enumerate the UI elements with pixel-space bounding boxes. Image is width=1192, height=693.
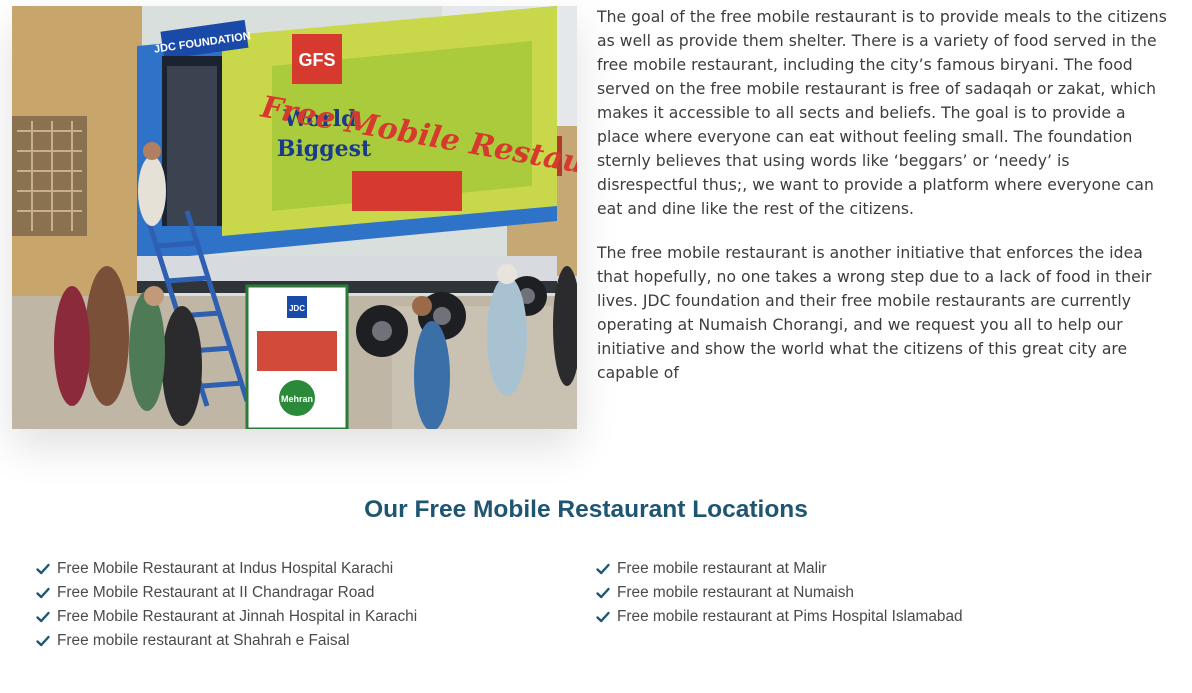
locations-heading: Our Free Mobile Restaurant Locations bbox=[364, 496, 808, 523]
location-item: Free mobile restaurant at Numaish bbox=[595, 581, 963, 605]
page: GFS JDC FOUNDATION World Biggest Free Mo… bbox=[0, 0, 1192, 693]
locations-list-right: Free mobile restaurant at Malir Free mob… bbox=[595, 557, 963, 629]
check-icon bbox=[36, 587, 50, 599]
check-icon bbox=[36, 611, 50, 623]
location-link[interactable]: Free Mobile Restaurant at II Chandragar … bbox=[57, 584, 374, 602]
check-icon bbox=[596, 563, 610, 575]
standee-brand: JDC bbox=[289, 304, 305, 313]
location-item: Free Mobile Restaurant at Indus Hospital… bbox=[35, 557, 417, 581]
location-link[interactable]: Free Mobile Restaurant at Indus Hospital… bbox=[57, 560, 393, 578]
article-text: The goal of the free mobile restaurant i… bbox=[597, 5, 1172, 385]
check-icon bbox=[36, 563, 50, 575]
location-link[interactable]: Free mobile restaurant at Malir bbox=[617, 560, 827, 578]
check-icon bbox=[36, 635, 50, 647]
gfs-label: GFS bbox=[298, 50, 335, 70]
check-icon bbox=[596, 611, 610, 623]
location-item: Free mobile restaurant at Pims Hospital … bbox=[595, 605, 963, 629]
truck-illustration: GFS JDC FOUNDATION World Biggest Free Mo… bbox=[12, 6, 577, 429]
location-item: Free mobile restaurant at Malir bbox=[595, 557, 963, 581]
location-link[interactable]: Free mobile restaurant at Pims Hospital … bbox=[617, 608, 963, 626]
standee-logo: Mehran bbox=[281, 394, 313, 404]
location-item: Free Mobile Restaurant at II Chandragar … bbox=[35, 581, 417, 605]
location-link[interactable]: Free Mobile Restaurant at Jinnah Hospita… bbox=[57, 608, 417, 626]
article-paragraph: The free mobile restaurant is another in… bbox=[597, 244, 1152, 382]
locations-list-left: Free Mobile Restaurant at Indus Hospital… bbox=[35, 557, 417, 653]
location-item: Free Mobile Restaurant at Jinnah Hospita… bbox=[35, 605, 417, 629]
article-paragraph: The goal of the free mobile restaurant i… bbox=[597, 8, 1167, 218]
hero-photo: GFS JDC FOUNDATION World Biggest Free Mo… bbox=[12, 6, 577, 429]
location-link[interactable]: Free mobile restaurant at Shahrah e Fais… bbox=[57, 632, 350, 650]
check-icon bbox=[596, 587, 610, 599]
location-item: Free mobile restaurant at Shahrah e Fais… bbox=[35, 629, 417, 653]
location-link[interactable]: Free mobile restaurant at Numaish bbox=[617, 584, 854, 602]
